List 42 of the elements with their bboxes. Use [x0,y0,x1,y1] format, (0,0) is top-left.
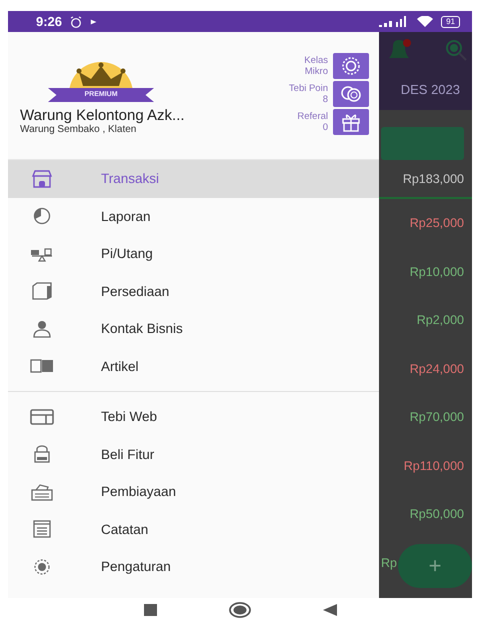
amount-text: Rp10,000 [410,264,464,279]
browser-window-icon [30,408,54,426]
cash-icon [30,482,54,501]
amount-text: Rp110,000 [404,458,464,473]
menu-item[interactable]: Persediaan [8,272,379,310]
battery-indicator: 91 [441,16,460,28]
menu-item[interactable]: Laporan [8,198,379,235]
box-icon [30,282,54,300]
period-label: DES 2023 [400,82,461,97]
store-icon [30,170,54,188]
menu-item[interactable]: Kontak Bisnis [8,310,379,348]
stat-label: Kelas Mikro [304,55,328,77]
stat-label: Referal 0 [297,111,328,133]
recents-icon[interactable] [144,604,156,616]
amount-text: Rp24,000 [410,362,464,376]
back-icon[interactable] [322,604,336,616]
amount-text: Rp [381,556,397,570]
menu-item[interactable]: Beli Fitur [8,436,379,473]
home-icon[interactable] [228,602,250,618]
amount-text: Rp70,000 [410,410,464,424]
total-amount: Rp183,000 [379,160,472,199]
menu-item[interactable]: Catatan [8,510,379,548]
menu-item[interactable]: Artikel [8,348,379,385]
store-name: Warung Kelontong Azk... [20,107,186,124]
menu-item[interactable]: Transaksi [8,160,379,198]
status-time: 9:26 [36,14,62,29]
amount-text: Rp2,000 [416,313,464,328]
amount-text: Rp50,000 [410,507,464,522]
amount-text: Rp25,000 [410,216,464,230]
store-subtitle: Warung Sembako , Klaten [20,124,138,135]
coins-icon[interactable] [333,81,369,107]
menu-item[interactable]: Tebi Web [8,398,379,436]
menu-item[interactable]: Pembiayaan [8,473,379,510]
stat-label: Tebi Poin 8 [288,83,328,105]
alarm-icon [70,16,82,28]
wifi-icon [417,16,434,28]
menu-item[interactable]: Pi/Utang [8,235,379,272]
gift-icon[interactable] [333,109,369,135]
book-icon [30,357,54,376]
menu-item[interactable]: Pengaturan [8,548,379,586]
gear-icon[interactable] [333,53,369,79]
search-icon [444,38,468,62]
